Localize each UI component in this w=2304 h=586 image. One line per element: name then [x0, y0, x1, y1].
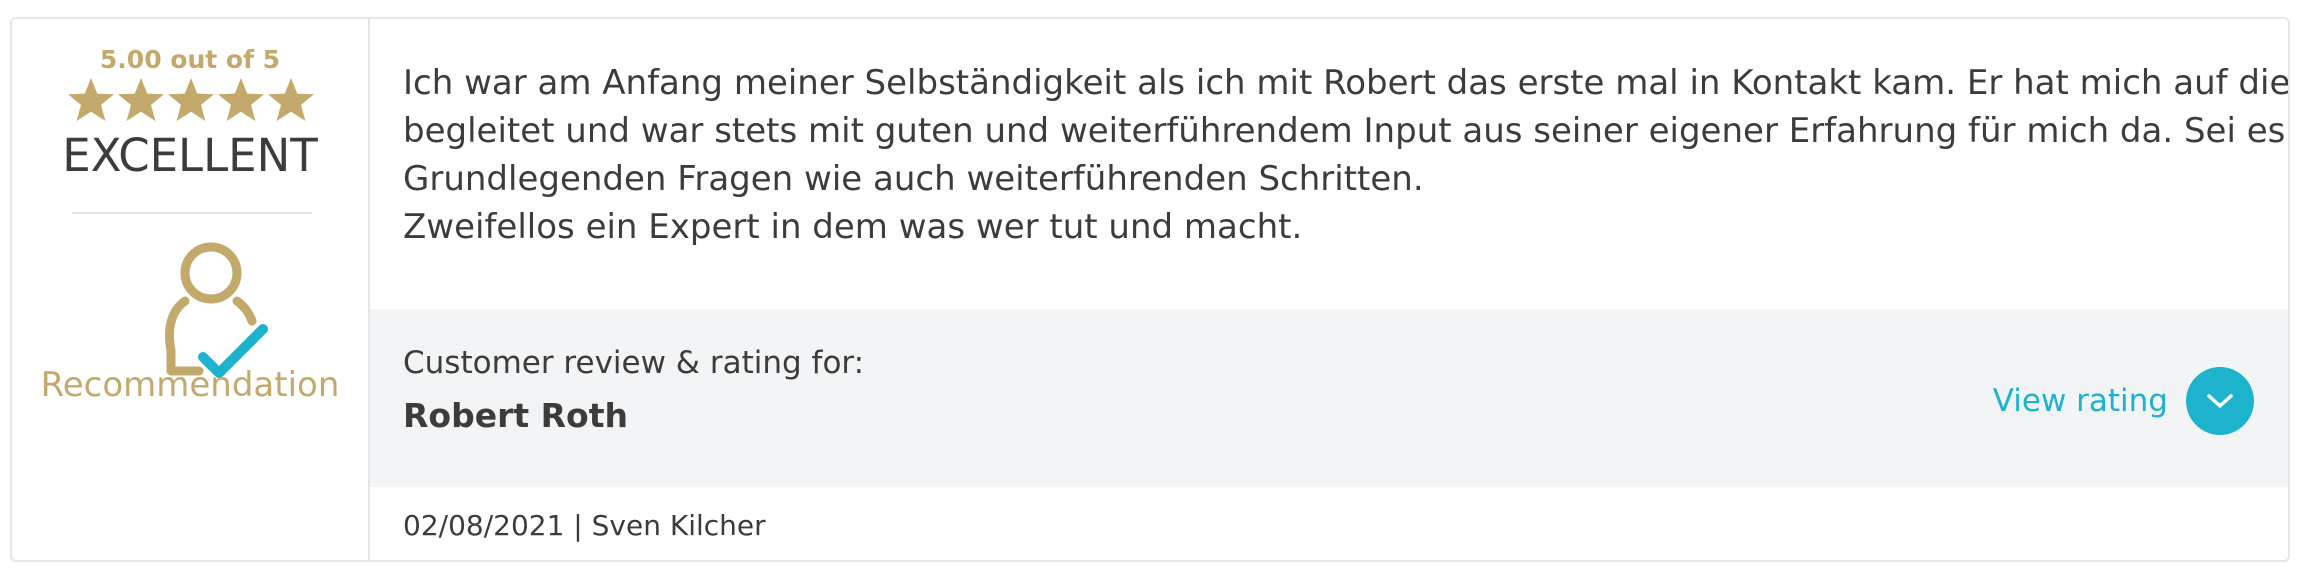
recommendation-label: Recommendation	[40, 365, 340, 405]
review-line: Zweifellos ein Expert in dem was wer tut…	[403, 207, 1303, 247]
star-icon	[68, 78, 114, 121]
star-icon	[118, 78, 164, 121]
review-line: Ich war am Anfang meiner Selbständigkeit…	[403, 63, 2290, 103]
rating-score: 5.00 out of 5	[99, 45, 281, 74]
rating-panel: 5.00 out of 5 EXCELLENT Recommendation	[12, 19, 370, 560]
subject-name: Robert Roth	[403, 396, 628, 435]
review-line: Grundlegenden Fragen wie auch weiterführ…	[403, 159, 1424, 199]
rating-verdict: EXCELLENT	[62, 129, 318, 182]
divider	[72, 212, 312, 214]
subject-label: Customer review & rating for:	[403, 345, 865, 381]
review-subject-band: Customer review & rating for: Robert Rot…	[370, 309, 2288, 487]
star-icon	[168, 78, 214, 121]
view-rating-button[interactable]: View rating	[1993, 367, 2254, 435]
expand-rating-button[interactable]	[2186, 367, 2254, 435]
star-icon	[268, 78, 314, 121]
star-icon	[218, 78, 264, 121]
review-card: 5.00 out of 5 EXCELLENT Recommendation I…	[10, 17, 2290, 562]
review-text: Ich war am Anfang meiner Selbständigkeit…	[403, 59, 2290, 251]
review-meta: 02/08/2021 | Sven Kilcher	[403, 509, 766, 542]
star-rating	[68, 78, 314, 121]
review-line: begleitet und war stets mit guten und we…	[403, 111, 2290, 151]
chevron-down-icon	[2207, 394, 2233, 408]
view-rating-label[interactable]: View rating	[1993, 383, 2168, 419]
